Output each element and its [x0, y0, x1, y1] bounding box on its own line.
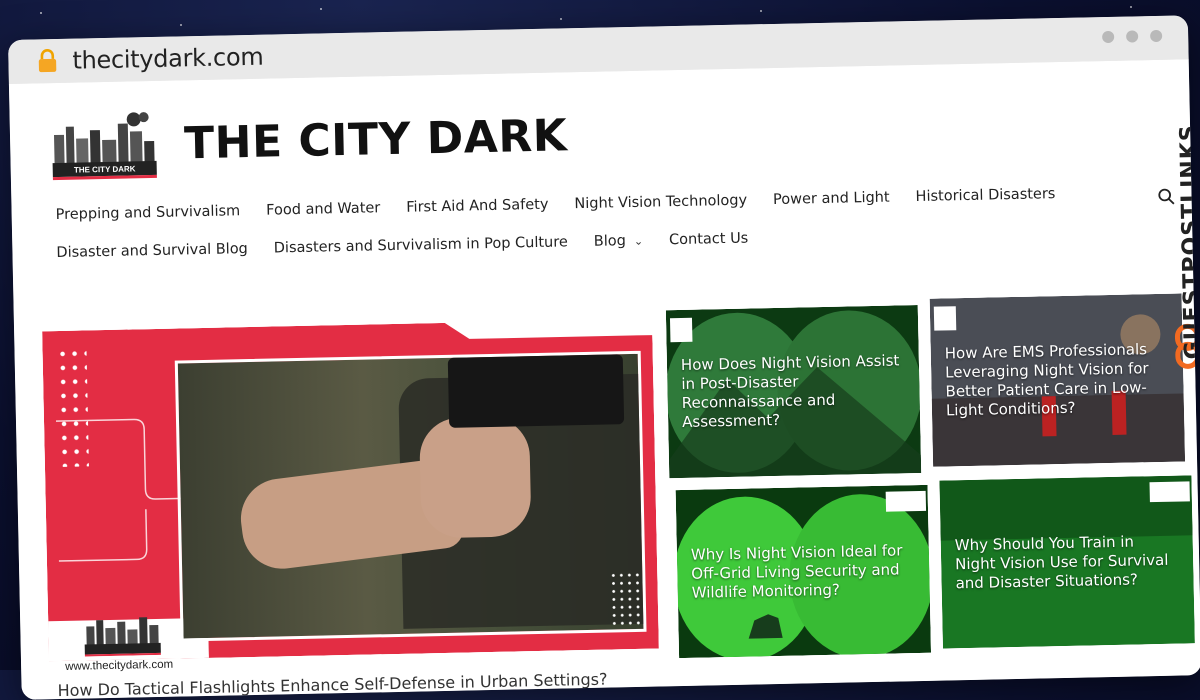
nav-item-power-light[interactable]: Power and Light	[773, 190, 890, 208]
window-controls	[1102, 29, 1163, 44]
site-logo[interactable]: THE CITY DARK	[49, 110, 159, 182]
card-logo	[933, 306, 957, 331]
nav-item-disaster-blog[interactable]: Disaster and Survival Blog	[56, 241, 248, 261]
main-nav: Prepping and Survivalism Food and Water …	[56, 186, 1057, 283]
search-icon[interactable]	[1157, 188, 1175, 206]
nav-item-blog-label: Blog	[593, 233, 627, 250]
address-bar-url[interactable]: thecitydark.com	[72, 43, 264, 75]
post-card[interactable]: How Are EMS Professionals Leveraging Nig…	[929, 293, 1186, 467]
lock-icon	[38, 49, 57, 73]
dot-pattern	[609, 570, 641, 632]
nav-item-food-water[interactable]: Food and Water	[266, 200, 380, 218]
card-title[interactable]: How Are EMS Professionals Leveraging Nig…	[945, 340, 1171, 421]
post-card[interactable]: Why Should You Train in Night Vision Use…	[939, 475, 1195, 649]
card-title[interactable]: How Does Night Vision Assist in Post-Dis…	[681, 351, 907, 432]
featured-image-url: www.thecitydark.com	[65, 658, 174, 673]
photo-pistol	[447, 354, 625, 428]
nav-item-first-aid[interactable]: First Aid And Safety	[406, 197, 549, 216]
nav-item-prepping[interactable]: Prepping and Survivalism	[56, 203, 241, 223]
nav-item-contact[interactable]: Contact Us	[669, 231, 749, 249]
logo-text: THE CITY DARK	[74, 164, 136, 174]
photo-hand	[419, 416, 532, 539]
chevron-down-icon: ⌄	[633, 234, 644, 248]
window-dot[interactable]	[1102, 30, 1115, 44]
card-title[interactable]: Why Is Night Vision Ideal for Off-Grid L…	[691, 541, 916, 603]
featured-post-title[interactable]: How Do Tactical Flashlights Enhance Self…	[57, 670, 607, 700]
featured-logo	[84, 617, 161, 657]
card-title[interactable]: Why Should You Train in Night Vision Use…	[955, 531, 1180, 593]
site-title[interactable]: THE CITY DARK	[184, 110, 568, 169]
window-dot[interactable]	[1126, 30, 1139, 43]
featured-image[interactable]	[174, 350, 647, 642]
card-logo	[669, 317, 693, 343]
dot-pattern	[56, 346, 89, 468]
card-logo	[885, 490, 927, 512]
nav-item-blog[interactable]: Blog ⌄	[594, 233, 644, 250]
post-card[interactable]: How Does Night Vision Assist in Post-Dis…	[665, 305, 922, 479]
card-logo	[1149, 481, 1190, 503]
nav-item-historical-disasters[interactable]: Historical Disasters	[915, 186, 1055, 205]
post-card[interactable]: Why Is Night Vision Ideal for Off-Grid L…	[675, 484, 932, 659]
nav-row-2: Disaster and Survival Blog Disasters and…	[56, 224, 1056, 261]
web-page: THE CITY DARK THE CITY DARK Prepping and…	[8, 59, 1200, 700]
nav-item-night-vision[interactable]: Night Vision Technology	[574, 193, 747, 213]
window-dot[interactable]	[1150, 29, 1163, 43]
side-banner-text[interactable]: GUESTPOSTLINKS	[1176, 124, 1200, 359]
browser-window: thecitydark.com THE CITY DARK THE CITY D…	[8, 15, 1200, 700]
nav-item-pop-culture[interactable]: Disasters and Survivalism in Pop Culture	[274, 234, 568, 256]
nav-row-1: Prepping and Survivalism Food and Water …	[56, 186, 1056, 223]
